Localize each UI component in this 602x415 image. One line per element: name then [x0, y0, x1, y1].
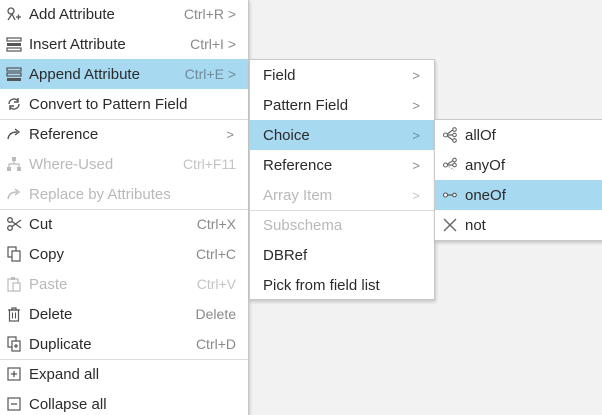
- menu-item-add-attribute[interactable]: Add Attribute Ctrl+R >: [0, 0, 248, 29]
- scissors-icon: [0, 216, 29, 232]
- plus-box-icon: [0, 366, 29, 382]
- submenu-item-choice[interactable]: Choice >: [250, 120, 434, 150]
- menu-item-label: Array Item: [263, 186, 333, 204]
- menu-item-label: Choice: [263, 126, 310, 144]
- submenu-item-dbref[interactable]: DBRef: [250, 240, 434, 270]
- menu-item-label: Collapse all: [29, 395, 107, 413]
- where-used-icon: [0, 156, 29, 172]
- menu-item-cut[interactable]: Cut Ctrl+X: [0, 209, 248, 239]
- submenu-item-not[interactable]: not: [435, 210, 602, 240]
- menu-item-label: Expand all: [29, 365, 100, 383]
- menu-item-shortcut: Ctrl+X: [196, 216, 236, 232]
- menu-item-duplicate[interactable]: Duplicate Ctrl+D: [0, 329, 248, 359]
- menu-item-shortcut: Ctrl+F11: [182, 156, 236, 172]
- menu-item-label: not: [465, 216, 486, 234]
- menu-item-collapse-all[interactable]: Collapse all: [0, 389, 248, 415]
- context-menu: Add Attribute Ctrl+R > Insert Attribute …: [0, 0, 249, 415]
- oneof-icon: [435, 187, 465, 203]
- menu-item-convert-pattern-field[interactable]: Convert to Pattern Field: [0, 89, 248, 119]
- convert-icon: [0, 96, 29, 112]
- menu-item-label: Replace by Attributes: [29, 185, 171, 203]
- menu-item-shortcut: Ctrl+D: [195, 336, 236, 352]
- insert-attribute-icon: [0, 36, 29, 52]
- menu-item-label: Pick from field list: [263, 276, 380, 294]
- submenu-item-allof[interactable]: allOf: [435, 120, 602, 150]
- menu-item-reference[interactable]: Reference >: [0, 119, 248, 149]
- copy-icon: [0, 246, 29, 262]
- not-icon: [435, 217, 465, 233]
- add-attribute-icon: [0, 6, 29, 22]
- submenu-item-reference[interactable]: Reference >: [250, 150, 434, 180]
- menu-item-label: Pattern Field: [263, 96, 349, 114]
- menu-item-shortcut: Ctrl+V: [196, 276, 236, 292]
- chevron-right-icon: >: [412, 157, 420, 173]
- submenu-item-anyof[interactable]: anyOf: [435, 150, 602, 180]
- replace-arrow-icon: [0, 186, 29, 202]
- menu-item-label: oneOf: [465, 186, 506, 204]
- chevron-right-icon: >: [412, 97, 420, 113]
- duplicate-icon: [0, 336, 29, 352]
- minus-box-icon: [0, 396, 29, 412]
- menu-item-label: allOf: [465, 126, 496, 144]
- submenu-item-field[interactable]: Field >: [250, 60, 434, 90]
- menu-item-expand-all[interactable]: Expand all: [0, 359, 248, 389]
- submenu-item-oneof[interactable]: oneOf: [435, 180, 602, 210]
- chevron-right-icon: >: [412, 187, 420, 203]
- menu-item-replace-by-attributes[interactable]: Replace by Attributes: [0, 179, 248, 209]
- append-attribute-submenu: Field > Pattern Field > Choice > Referen…: [249, 59, 435, 300]
- menu-item-where-used[interactable]: Where-Used Ctrl+F11: [0, 149, 248, 179]
- menu-item-shortcut: Delete: [195, 306, 236, 322]
- trash-icon: [0, 306, 29, 322]
- submenu-item-subschema[interactable]: Subschema: [250, 210, 434, 240]
- menu-item-insert-attribute[interactable]: Insert Attribute Ctrl+I >: [0, 29, 248, 59]
- menu-item-label: Field: [263, 66, 296, 84]
- menu-item-label: DBRef: [263, 246, 308, 264]
- submenu-item-pick-from-field-list[interactable]: Pick from field list: [250, 270, 434, 300]
- chevron-right-icon: >: [226, 126, 234, 142]
- menu-item-shortcut: Ctrl+E >: [184, 66, 236, 82]
- submenu-item-pattern-field[interactable]: Pattern Field >: [250, 90, 434, 120]
- menu-item-label: anyOf: [465, 156, 506, 174]
- menu-item-append-attribute[interactable]: Append Attribute Ctrl+E >: [0, 59, 248, 89]
- menu-item-label: Convert to Pattern Field: [29, 95, 188, 113]
- allof-icon: [435, 127, 465, 143]
- menu-item-label: Reference: [29, 125, 99, 143]
- anyof-icon: [435, 157, 465, 173]
- menu-item-shortcut: Ctrl+R >: [183, 6, 236, 22]
- choice-submenu: allOf anyOf oneOf not: [434, 119, 602, 241]
- menu-item-shortcut: Ctrl+I >: [190, 36, 236, 52]
- menu-item-shortcut: Ctrl+C: [195, 246, 236, 262]
- clipboard-icon: [0, 276, 29, 292]
- reference-arrow-icon: [0, 126, 29, 142]
- menu-item-label: Reference: [263, 156, 333, 174]
- chevron-right-icon: >: [412, 67, 420, 83]
- chevron-right-icon: >: [412, 127, 420, 143]
- append-attribute-icon: [0, 66, 29, 82]
- menu-item-paste[interactable]: Paste Ctrl+V: [0, 269, 248, 299]
- menu-item-delete[interactable]: Delete Delete: [0, 299, 248, 329]
- menu-item-label: Subschema: [263, 216, 343, 234]
- menu-item-copy[interactable]: Copy Ctrl+C: [0, 239, 248, 269]
- submenu-item-array-item[interactable]: Array Item >: [250, 180, 434, 210]
